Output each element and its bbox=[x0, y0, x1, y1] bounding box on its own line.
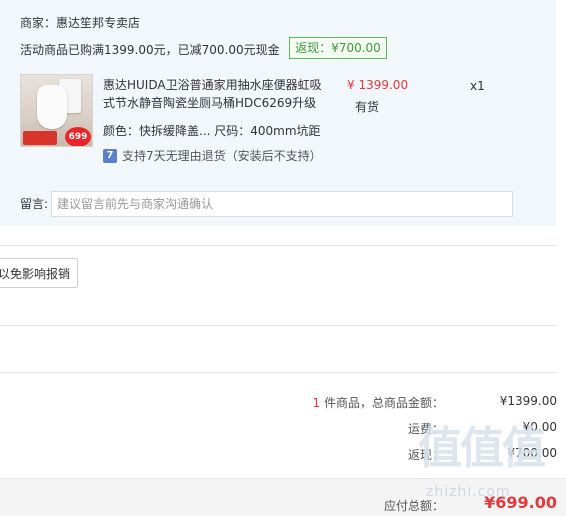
shipping-label: 运费： bbox=[407, 422, 444, 436]
items-summary-label: 件商品，总商品金额： bbox=[320, 396, 444, 410]
product-quantity: x1 bbox=[470, 79, 485, 93]
stock-status: 有货 bbox=[355, 100, 380, 114]
promo-text: 活动商品已购满1399.00元，已减700.00元现金 bbox=[20, 43, 280, 57]
promo-tag bbox=[23, 131, 57, 145]
thumb-price-badge: 699 bbox=[65, 127, 91, 146]
merchant-name[interactable]: 商家：惠达笙邦专卖店 bbox=[20, 14, 140, 31]
rebate-badge: 返现：¥700.00 bbox=[289, 37, 387, 59]
toilet-bowl-shape bbox=[37, 85, 67, 129]
product-name-link[interactable]: 惠达HUIDA卫浴普通家用抽水座便器虹吸式节水静音陶瓷坐厕马桶HDC6269升级 bbox=[103, 76, 325, 112]
return-policy-text: 支持7天无理由退货（安装后不支持） bbox=[122, 149, 322, 163]
message-input[interactable] bbox=[51, 191, 513, 217]
rebate-label: 返现： bbox=[407, 448, 444, 462]
report-button[interactable]: 以免影响报销 bbox=[0, 258, 78, 288]
payable-total: ¥699.00 bbox=[484, 493, 557, 512]
product-price: ¥ 1399.00 bbox=[347, 78, 409, 92]
divider bbox=[0, 325, 557, 326]
order-item-panel: 商家：惠达笙邦专卖店 活动商品已购满1399.00元，已减700.00元现金 返… bbox=[0, 0, 556, 226]
payable-label: 应付总额： bbox=[383, 499, 444, 513]
divider bbox=[0, 372, 557, 373]
product-thumbnail[interactable]: 699 bbox=[20, 74, 93, 147]
message-label: 留言: bbox=[20, 197, 49, 211]
items-summary: 1 件商品，总商品金额： bbox=[313, 394, 444, 411]
divider bbox=[0, 245, 557, 246]
seven-day-return-icon: 7 bbox=[103, 148, 117, 163]
rebate-value: ¥700.00 bbox=[507, 446, 557, 460]
return-policy: 7 支持7天无理由退货（安装后不支持） bbox=[103, 147, 322, 164]
product-attributes: 颜色：快拆缓降盖... 尺码：400mm坑距 bbox=[103, 124, 321, 138]
shipping-value: ¥0.00 bbox=[522, 420, 557, 434]
items-total: ¥1399.00 bbox=[499, 394, 557, 408]
payable-bar: 应付总额： ¥699.00 bbox=[0, 478, 566, 516]
